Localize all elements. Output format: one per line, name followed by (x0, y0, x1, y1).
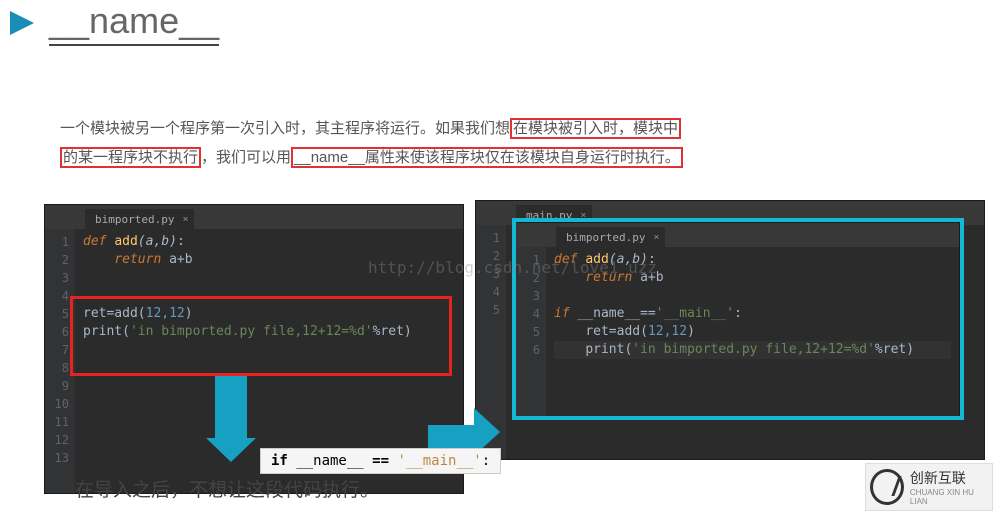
overlay-caption: 在导入之后，不想让这段代码执行。 (75, 475, 379, 502)
highlight-1: 在模块被引入时，模块中 (510, 118, 681, 139)
tab-bar: bimported.py × (45, 205, 463, 229)
desc-text: 一个模块被另一个程序第一次引入时，其主程序将运行。如果我们想 (60, 120, 510, 137)
desc-text: ，我们可以用 (201, 149, 291, 166)
highlight-2: 的某一程序块不执行 (60, 147, 201, 168)
close-icon[interactable]: × (182, 214, 188, 225)
red-highlight-box (70, 296, 452, 376)
brand-logo: 创新互联 CHUANG XIN HU LIAN (865, 463, 993, 511)
logo-subtext: CHUANG XIN HU LIAN (910, 488, 988, 506)
code-snippet: if __name__ == '__main__': (260, 448, 501, 474)
page-title: __name__ (49, 0, 219, 46)
highlight-3: __name__属性来使该程序块仅在该模块自身运行时执行。 (291, 147, 683, 168)
watermark: http://blog.csdn.net/love1_uzz (368, 258, 657, 277)
logo-icon (870, 469, 904, 505)
cyan-highlight-box (512, 218, 964, 420)
description: 一个模块被另一个程序第一次引入时，其主程序将运行。如果我们想在模块被引入时，模块… (60, 115, 910, 172)
tab-label: bimported.py (95, 213, 174, 226)
title-section: __name__ (10, 0, 219, 46)
logo-text: 创新互联 (910, 468, 988, 488)
triangle-icon (10, 11, 34, 35)
file-tab[interactable]: bimported.py × (85, 209, 194, 229)
arrow-down-icon (206, 376, 256, 462)
